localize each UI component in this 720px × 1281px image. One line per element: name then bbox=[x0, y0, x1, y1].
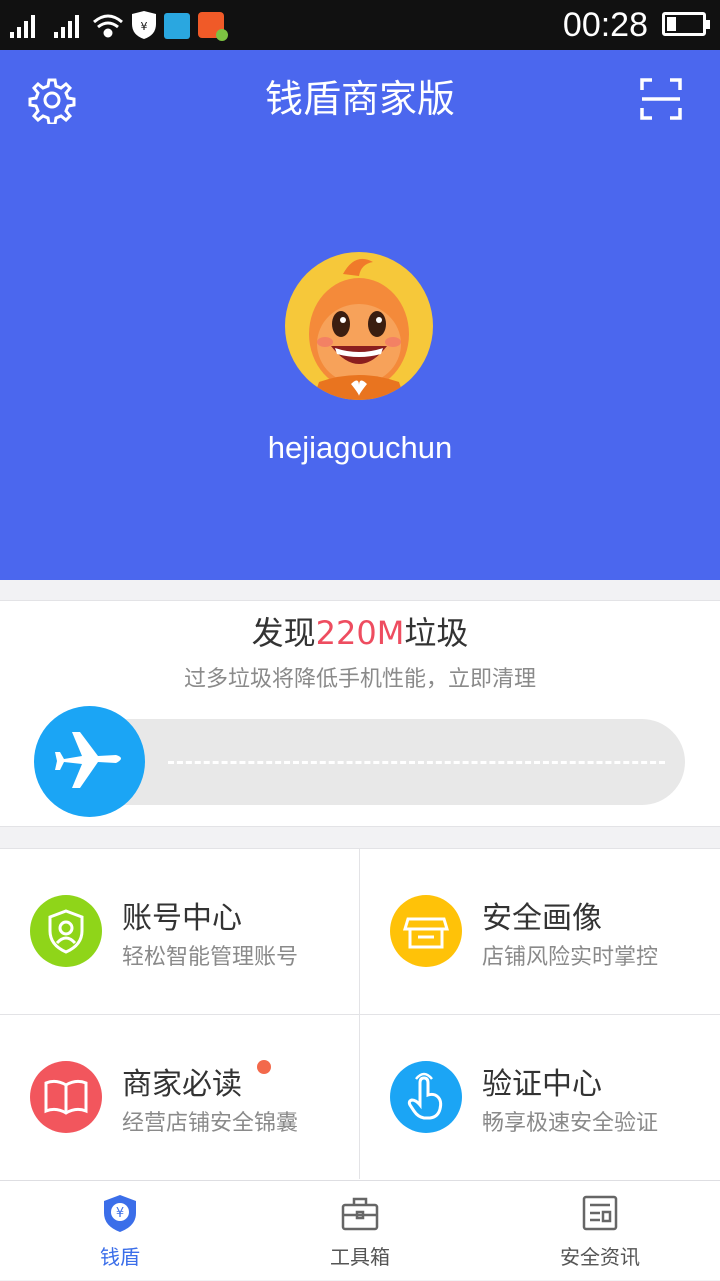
username: hejiagouchun bbox=[267, 430, 453, 465]
security-icon-circle bbox=[390, 895, 462, 967]
svg-text:¥: ¥ bbox=[141, 20, 148, 33]
status-icons: ¥ bbox=[10, 11, 228, 41]
account-shield-icon bbox=[48, 909, 84, 954]
security-profile-cell[interactable]: 安全画像 店铺风险实时掌控 bbox=[360, 849, 720, 1014]
bottom-tab-bar: ¥ 钱盾 工具箱 安全资讯 bbox=[0, 1180, 720, 1280]
svg-text:¥: ¥ bbox=[116, 1206, 124, 1221]
cell-title: 验证中心 bbox=[482, 1067, 602, 1102]
junk-title-suffix: 垃圾 bbox=[404, 614, 469, 652]
account-center-cell[interactable]: 账号中心 轻松智能管理账号 bbox=[0, 849, 360, 1014]
feature-grid: 账号中心 轻松智能管理账号 安全画像 店铺风险实时掌控 商家必读 经营店铺安全锦… bbox=[0, 848, 720, 1180]
signal-2-icon bbox=[54, 15, 79, 38]
signal-icon bbox=[10, 15, 35, 38]
tab-qiandun[interactable]: ¥ 钱盾 bbox=[0, 1181, 240, 1281]
tab-security-news[interactable]: 安全资讯 bbox=[480, 1181, 720, 1281]
new-badge-dot bbox=[257, 1060, 271, 1074]
cell-subtitle: 店铺风险实时掌控 bbox=[482, 945, 659, 970]
tab-label: 工具箱 bbox=[330, 1245, 390, 1269]
battery-icon bbox=[662, 12, 710, 36]
tab-label: 钱盾 bbox=[100, 1245, 140, 1269]
page-title: 钱盾商家版 bbox=[264, 77, 455, 121]
cell-title: 安全画像 bbox=[482, 901, 602, 936]
cell-title: 账号中心 bbox=[122, 901, 242, 936]
reading-icon-circle bbox=[30, 1061, 102, 1133]
toolbox-icon bbox=[341, 1197, 379, 1231]
verify-icon-circle bbox=[390, 1061, 462, 1133]
book-icon bbox=[44, 1079, 88, 1115]
tab-toolbox[interactable]: 工具箱 bbox=[240, 1181, 480, 1281]
cell-subtitle: 轻松智能管理账号 bbox=[122, 945, 299, 970]
status-time: 00:28 bbox=[562, 6, 648, 44]
junk-size: 220M bbox=[315, 614, 405, 652]
clean-slider-handle[interactable] bbox=[34, 706, 145, 817]
verification-center-cell[interactable]: 验证中心 畅享极速安全验证 bbox=[360, 1014, 720, 1179]
junk-title: 发现220M垃圾 bbox=[0, 613, 720, 653]
cell-subtitle: 经营店铺安全锦囊 bbox=[122, 1111, 299, 1136]
avatar[interactable] bbox=[285, 252, 433, 400]
airplane-icon bbox=[55, 732, 121, 788]
store-icon bbox=[402, 917, 450, 949]
wifi-icon bbox=[93, 14, 123, 38]
slider-dashed-line bbox=[168, 761, 665, 764]
scan-icon[interactable] bbox=[640, 78, 682, 120]
status-bar: ¥ 00:28 bbox=[0, 0, 720, 50]
merchant-reading-cell[interactable]: 商家必读 经营店铺安全锦囊 bbox=[0, 1014, 360, 1179]
app-status-icon bbox=[164, 13, 190, 39]
clean-card: 发现220M垃圾 过多垃圾将降低手机性能，立即清理 bbox=[0, 600, 720, 827]
touch-hand-icon bbox=[407, 1072, 443, 1120]
tab-label: 安全资讯 bbox=[560, 1245, 640, 1269]
news-icon bbox=[582, 1195, 618, 1231]
header: 钱盾商家版 hejiagouchun bbox=[0, 50, 720, 580]
cell-subtitle: 畅享极速安全验证 bbox=[482, 1111, 659, 1136]
cell-title: 商家必读 bbox=[122, 1067, 242, 1102]
mascot-image bbox=[309, 258, 409, 400]
account-icon-circle bbox=[30, 895, 102, 967]
shield-yen-icon: ¥ bbox=[104, 1195, 136, 1232]
junk-subtitle: 过多垃圾将降低手机性能，立即清理 bbox=[183, 667, 536, 692]
junk-title-prefix: 发现 bbox=[251, 614, 316, 652]
